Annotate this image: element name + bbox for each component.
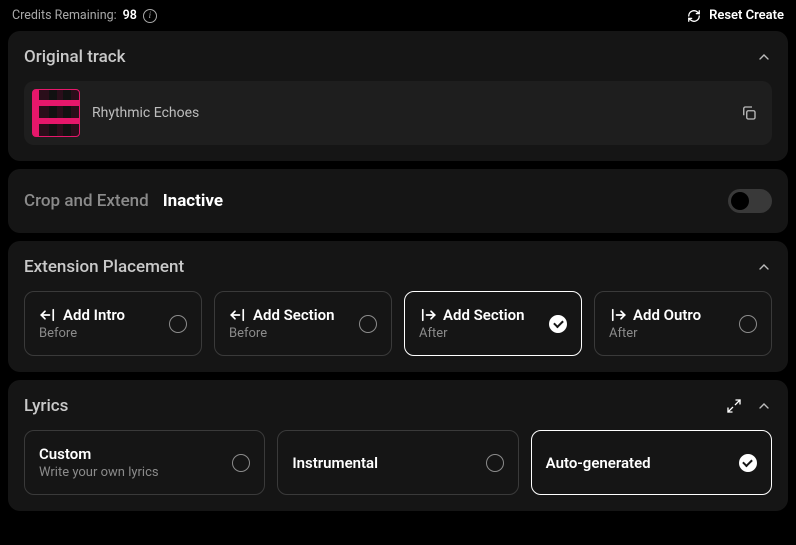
crop-extend-state: Inactive xyxy=(163,191,223,211)
extension-option-sub: After xyxy=(609,326,701,341)
crop-extend-label: Crop and Extend xyxy=(24,191,149,211)
extension-option-sub: Before xyxy=(39,326,125,341)
lyrics-option-main: Custom xyxy=(39,445,159,463)
lyrics-option-main: Instrumental xyxy=(292,454,378,472)
extension-option-main: Add Section xyxy=(419,306,524,324)
credits-label: Credits Remaining: xyxy=(12,8,117,23)
extension-placement-header: Extension Placement xyxy=(24,257,772,277)
top-bar: Credits Remaining: 98 i Reset Create xyxy=(8,8,788,31)
original-track-panel: Original track Rhythmic Echoes xyxy=(8,31,788,161)
extension-option[interactable]: Add Outro After xyxy=(594,291,772,356)
credits-remaining: Credits Remaining: 98 i xyxy=(12,8,157,23)
reset-create-button[interactable]: Reset Create xyxy=(687,8,784,23)
lyrics-option[interactable]: Auto-generated xyxy=(531,430,772,495)
crop-extend-toggle[interactable] xyxy=(728,189,772,213)
arrow-left-bar-icon xyxy=(229,308,247,322)
toggle-knob xyxy=(731,192,749,210)
refresh-icon xyxy=(687,9,701,23)
reset-create-label: Reset Create xyxy=(709,8,784,23)
lyrics-option-sub: Write your own lyrics xyxy=(39,465,159,480)
crop-extend-heading: Crop and Extend Inactive xyxy=(24,191,223,211)
extension-option[interactable]: Add Section Before xyxy=(214,291,392,356)
radio-indicator xyxy=(739,454,757,472)
lyrics-panel: Lyrics Custom Write your own lyrics Instru… xyxy=(8,380,788,511)
chevron-up-icon[interactable] xyxy=(756,398,772,414)
lyrics-option[interactable]: Custom Write your own lyrics xyxy=(24,430,265,495)
track-thumbnail xyxy=(32,89,80,137)
radio-indicator xyxy=(359,315,377,333)
extension-option-main: Add Intro xyxy=(39,306,125,324)
radio-indicator xyxy=(739,315,757,333)
info-icon[interactable]: i xyxy=(143,9,157,23)
extension-placement-title: Extension Placement xyxy=(24,257,184,277)
lyrics-header: Lyrics xyxy=(24,396,772,416)
lyrics-option[interactable]: Instrumental xyxy=(277,430,518,495)
extension-option-main: Add Outro xyxy=(609,306,701,324)
credits-value: 98 xyxy=(123,8,137,23)
extension-option-main: Add Section xyxy=(229,306,334,324)
chevron-up-icon[interactable] xyxy=(756,259,772,275)
crop-extend-panel: Crop and Extend Inactive xyxy=(8,169,788,233)
lyrics-option-main: Auto-generated xyxy=(546,454,651,472)
chevron-up-icon[interactable] xyxy=(756,49,772,65)
radio-indicator xyxy=(232,454,250,472)
copy-icon[interactable] xyxy=(740,104,758,122)
extension-option[interactable]: Add Section After xyxy=(404,291,582,356)
original-track-header: Original track xyxy=(24,47,772,67)
track-name: Rhythmic Echoes xyxy=(92,105,728,121)
track-row: Rhythmic Echoes xyxy=(24,81,772,145)
radio-indicator xyxy=(486,454,504,472)
radio-indicator xyxy=(549,315,567,333)
expand-icon[interactable] xyxy=(726,398,742,414)
arrow-left-bar-icon xyxy=(39,308,57,322)
extension-option-sub: After xyxy=(419,326,524,341)
extension-option-sub: Before xyxy=(229,326,334,341)
arrow-right-bar-icon xyxy=(609,308,627,322)
arrow-right-bar-icon xyxy=(419,308,437,322)
extension-option[interactable]: Add Intro Before xyxy=(24,291,202,356)
extension-placement-panel: Extension Placement Add IntroBeforeAdd S… xyxy=(8,241,788,372)
original-track-title: Original track xyxy=(24,47,125,67)
lyrics-title: Lyrics xyxy=(24,396,68,416)
radio-indicator xyxy=(169,315,187,333)
